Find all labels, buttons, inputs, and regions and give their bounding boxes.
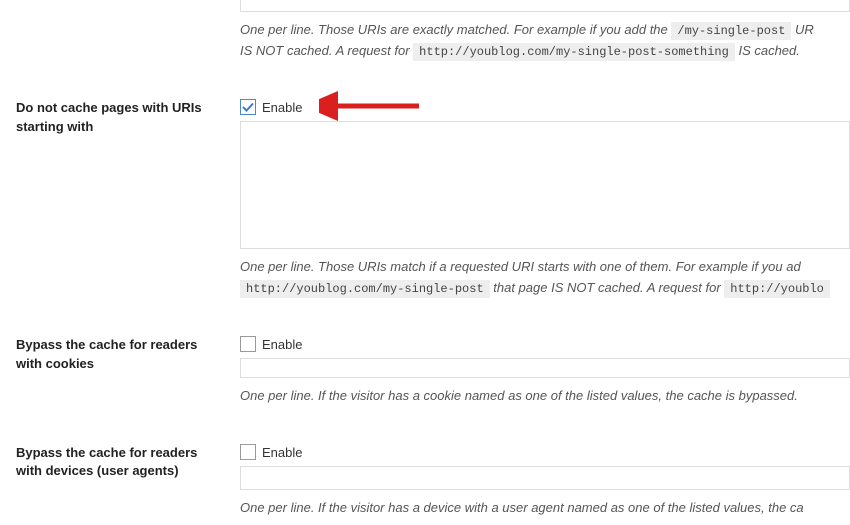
uri-starting-textarea[interactable] bbox=[240, 121, 850, 249]
bypass-devices-enable-checkbox[interactable] bbox=[240, 444, 256, 460]
uri-starting-enable-checkbox[interactable] bbox=[240, 99, 256, 115]
help-text-part: UR bbox=[795, 22, 814, 37]
bypass-cookies-enable-wrap: Enable bbox=[240, 336, 850, 352]
code-snippet: /my-single-post bbox=[671, 22, 791, 40]
bypass-cookies-label: Bypass the cache for readers with cookie… bbox=[0, 321, 240, 387]
uri-starting-help: One per line. Those URIs match if a requ… bbox=[240, 257, 850, 299]
help-text-part: One per line. Those URIs are exactly mat… bbox=[240, 22, 671, 37]
bypass-cookies-textarea[interactable] bbox=[240, 358, 850, 378]
help-text-part: that page IS NOT cached. A request for bbox=[493, 280, 724, 295]
bypass-cookies-section: Bypass the cache for readers with cookie… bbox=[0, 321, 850, 407]
bypass-devices-enable-wrap: Enable bbox=[240, 444, 850, 460]
bypass-cookies-enable-checkbox[interactable] bbox=[240, 336, 256, 352]
uri-starting-enable-wrap: Enable bbox=[240, 99, 850, 115]
uri-starting-with-label: Do not cache pages with URIs starting wi… bbox=[0, 84, 240, 150]
bypass-cookies-help: One per line. If the visitor has a cooki… bbox=[240, 386, 850, 407]
checkmark-icon bbox=[242, 101, 254, 113]
code-snippet: http://youblo bbox=[724, 280, 830, 298]
bypass-devices-textarea[interactable] bbox=[240, 466, 850, 490]
bypass-devices-label: Bypass the cache for readers with device… bbox=[0, 429, 240, 495]
bypass-devices-section: Bypass the cache for readers with device… bbox=[0, 429, 850, 519]
uri-starting-with-section: Do not cache pages with URIs starting wi… bbox=[0, 84, 850, 299]
exact-uri-section: One per line. Those URIs are exactly mat… bbox=[0, 0, 850, 62]
help-text-part: IS NOT cached. A request for bbox=[240, 43, 413, 58]
code-snippet: http://youblog.com/my-single-post bbox=[240, 280, 490, 298]
help-text-part: IS cached. bbox=[738, 43, 799, 58]
uri-starting-enable-label: Enable bbox=[262, 100, 302, 115]
exact-uri-help: One per line. Those URIs are exactly mat… bbox=[240, 20, 850, 62]
bypass-devices-help: One per line. If the visitor has a devic… bbox=[240, 498, 850, 519]
bypass-devices-enable-label: Enable bbox=[262, 445, 302, 460]
bypass-cookies-enable-label: Enable bbox=[262, 337, 302, 352]
code-snippet: http://youblog.com/my-single-post-someth… bbox=[413, 43, 735, 61]
exact-uri-textarea[interactable] bbox=[240, 0, 850, 12]
help-text-part: One per line. Those URIs match if a requ… bbox=[240, 259, 801, 274]
